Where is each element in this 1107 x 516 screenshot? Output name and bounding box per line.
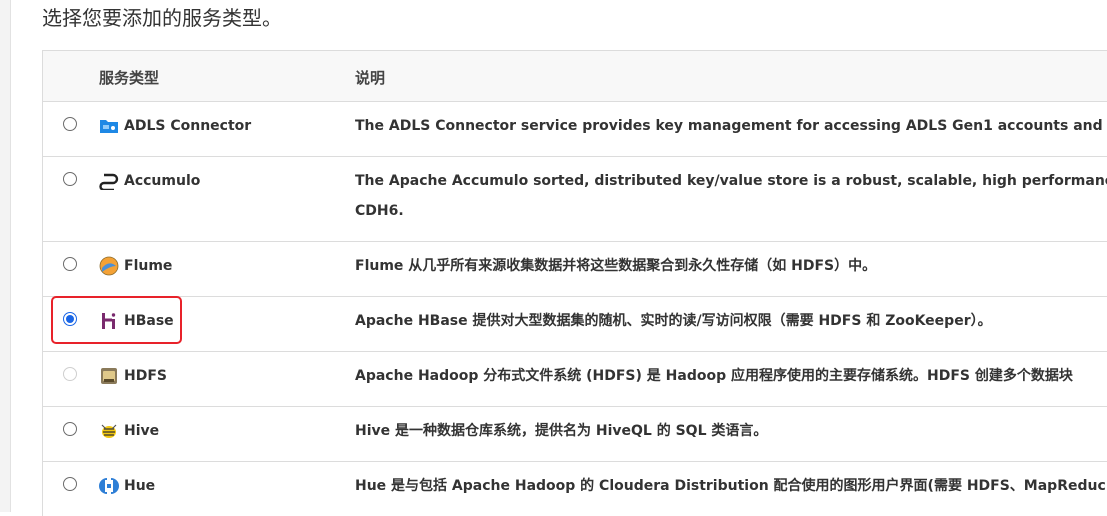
flume-icon [99,256,119,276]
table-row[interactable]: ADLS Connector The ADLS Connector servic… [43,102,1107,157]
service-name-cell: ADLS Connector [99,116,251,136]
hue-icon [99,476,119,496]
hive-bee-icon [99,421,119,441]
radio-adls-connector[interactable] [63,117,77,131]
service-name-cell: Hive [99,421,159,441]
table-header: 服务类型 说明 [43,51,1107,102]
service-type-table: 服务类型 说明 ADLS Connector The ADLS Connecto… [42,50,1107,516]
column-header-service-type: 服务类型 [99,69,160,87]
service-name-cell: HBase [99,311,174,331]
column-header-description: 说明 [355,69,386,87]
page-prompt: 选择您要添加的服务类型。 [42,6,282,30]
service-name: ADLS Connector [124,118,252,134]
hbase-icon [99,311,119,331]
service-description: Flume 从几乎所有来源收集数据并将这些数据聚合到永久性存储（如 HDFS）中… [355,258,877,274]
service-name: Hue [124,478,156,494]
service-name-cell: Hue [99,476,155,496]
table-row[interactable]: HBase Apache HBase 提供对大型数据集的随机、实时的读/写访问权… [43,297,1107,352]
table-row[interactable]: Hue Hue 是与包括 Apache Hadoop 的 Cloudera Di… [43,462,1107,516]
service-description: The Apache Accumulo sorted, distributed … [355,173,1107,189]
service-name-cell: Flume [99,256,172,276]
service-name: Flume [124,258,173,274]
service-name: Accumulo [124,173,201,189]
service-description: The ADLS Connector service provides key … [355,118,1107,134]
accumulo-icon [99,171,119,191]
service-name-cell: Accumulo [99,171,200,191]
service-description: Apache HBase 提供对大型数据集的随机、实时的读/写访问权限（需要 H… [355,313,992,329]
service-name: HBase [124,313,174,329]
radio-hive[interactable] [63,422,77,436]
service-name: HDFS [124,368,167,384]
adls-folder-icon [99,116,119,136]
service-description: Hive 是一种数据仓库系统，提供名为 HiveQL 的 SQL 类语言。 [355,423,768,439]
left-panel-edge [0,0,11,512]
service-description: Apache Hadoop 分布式文件系统 (HDFS) 是 Hadoop 应用… [355,368,1073,384]
service-description: Hue 是与包括 Apache Hadoop 的 Cloudera Distri… [355,478,1106,494]
service-description-line2: CDH6. [355,203,404,219]
hdfs-elephant-icon [99,366,119,386]
service-name: Hive [124,423,160,439]
radio-accumulo[interactable] [63,172,77,186]
table-row: HDFS Apache Hadoop 分布式文件系统 (HDFS) 是 Hado… [43,352,1107,407]
radio-hbase[interactable] [63,312,77,326]
radio-hdfs [63,367,77,381]
table-row[interactable]: Flume Flume 从几乎所有来源收集数据并将这些数据聚合到永久性存储（如 … [43,242,1107,297]
radio-flume[interactable] [63,257,77,271]
radio-hue[interactable] [63,477,77,491]
table-row[interactable]: Accumulo The Apache Accumulo sorted, dis… [43,157,1107,242]
table-row[interactable]: Hive Hive 是一种数据仓库系统，提供名为 HiveQL 的 SQL 类语… [43,407,1107,462]
service-name-cell: HDFS [99,366,167,386]
